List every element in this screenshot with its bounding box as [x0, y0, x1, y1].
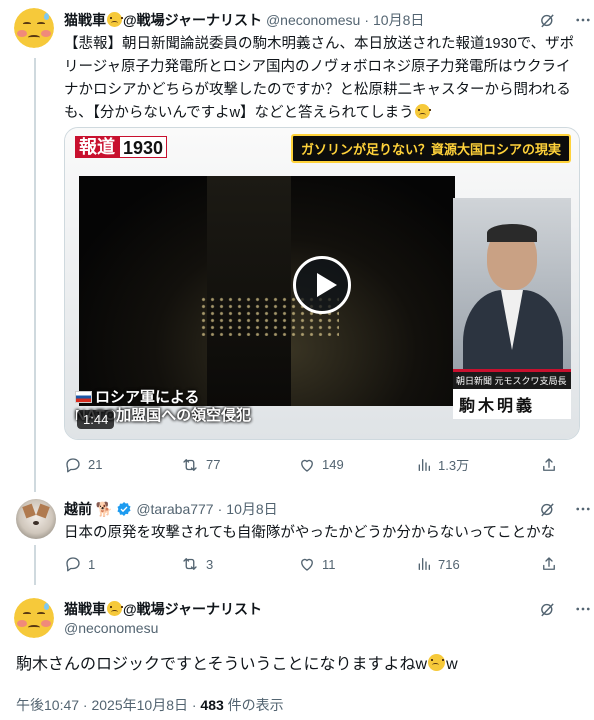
avatar[interactable]: [14, 8, 54, 48]
separator-dot: ·: [364, 12, 370, 28]
sweat-smile-emoji-icon: [414, 104, 431, 119]
views-icon: [418, 558, 430, 570]
sweat-smile-emoji-icon: [107, 601, 123, 616]
nameplate-affiliation: 朝日新聞 元モスクワ支局長: [453, 372, 571, 389]
more-icon[interactable]: [574, 600, 592, 618]
user-handle-row: @neconomesu: [60, 620, 158, 636]
commentator-nameplate: 朝日新聞 元モスクワ支局長 駒木明義: [453, 369, 571, 419]
post-text-tail: w: [446, 656, 458, 673]
repost-button[interactable]: 3: [180, 555, 298, 573]
post-text-body: 駒木さんのロジックですとそういうことになりますよねw: [16, 656, 428, 673]
display-name[interactable]: 猫戦車 @戦場ジャーナリスト: [64, 599, 262, 619]
display-name-text: 猫戦車: [64, 12, 106, 28]
program-logo-number: 1930: [119, 136, 168, 158]
reply-count: 21: [88, 457, 103, 472]
reply-count: 1: [88, 556, 96, 572]
like-button[interactable]: 149: [298, 456, 416, 474]
reply-button[interactable]: 21: [64, 456, 180, 474]
sweat-smile-emoji-icon: [14, 8, 54, 48]
user-handle[interactable]: @taraba777: [136, 501, 213, 517]
post-text-body: 【悲報】朝日新聞論説委員の駒木明義さん、本日放送された報道1930で、ザポリージ…: [64, 36, 575, 121]
display-name-suffix: @戦場ジャーナリスト: [123, 601, 262, 617]
thread-connector: [34, 545, 36, 585]
repost-button[interactable]: 77: [180, 456, 298, 474]
separator-dot: ·: [217, 501, 223, 517]
reply-icon: [66, 457, 80, 472]
view-count: 1.3万: [438, 458, 470, 473]
more-icon[interactable]: [574, 500, 592, 518]
post-text: 【悲報】朝日新聞論説委員の駒木明義さん、本日放送された報道1930で、ザポリージ…: [64, 33, 580, 125]
post-date[interactable]: 10月8日: [226, 499, 277, 519]
night-footage: [79, 176, 455, 406]
like-count: 149: [322, 457, 344, 472]
like-button[interactable]: 11: [298, 555, 416, 573]
like-icon: [301, 558, 313, 571]
post-text: 駒木さんのロジックですとそういうことになりますよねw w: [16, 653, 576, 676]
more-icon[interactable]: [574, 11, 592, 29]
video-player[interactable]: 報道 1930 ガソリンが足りない？資源大国ロシアの現実 ロシア軍による NATO…: [64, 127, 580, 440]
post-header: 猫戦車 @戦場ジャーナリスト @neconomesu · 10月8日: [64, 10, 424, 30]
nameplate-name: 駒木明義: [459, 398, 536, 415]
grok-icon[interactable]: [539, 12, 556, 29]
grok-icon[interactable]: [539, 601, 556, 618]
grok-icon[interactable]: [539, 501, 556, 518]
views-button[interactable]: 1.3万: [416, 455, 540, 474]
play-button[interactable]: [293, 256, 351, 314]
caption-line-1: ロシア軍による: [95, 389, 200, 406]
post-date[interactable]: 10月8日: [373, 10, 424, 30]
share-button[interactable]: [540, 555, 558, 573]
repost-count: 3: [206, 556, 214, 572]
post-top-actions: [539, 600, 592, 618]
repost-icon: [183, 558, 197, 570]
display-name[interactable]: 越前 🐕: [64, 499, 113, 519]
like-count: 11: [322, 556, 336, 572]
post-action-bar: 21 77 149 1.3万: [64, 455, 580, 474]
user-handle[interactable]: @neconomesu: [266, 12, 360, 28]
share-button[interactable]: [540, 456, 558, 474]
views-button[interactable]: 716: [416, 556, 540, 572]
views-icon: [418, 458, 430, 471]
post-top-actions: [539, 500, 592, 518]
display-name-text: 越前: [64, 501, 92, 517]
thread-connector: [34, 58, 36, 492]
program-banner: ガソリンが足りない？資源大国ロシアの現実: [290, 134, 571, 163]
display-name[interactable]: 猫戦車 @戦場ジャーナリスト: [64, 10, 262, 30]
post-header: 猫戦車 @戦場ジャーナリスト: [64, 599, 262, 619]
post-timestamp[interactable]: 午後10:47 · 2025年10月8日 ·: [16, 697, 200, 713]
like-icon: [301, 459, 313, 472]
post-text: 日本の原発を攻撃されても自衛隊がやったかどうか分からないってことかな: [64, 525, 556, 541]
post-action-bar: 1 3 11 716: [64, 555, 580, 573]
reply-icon: [66, 557, 80, 572]
video-duration: 1:44: [77, 410, 115, 429]
repost-count: 77: [206, 457, 221, 472]
sweat-smile-emoji-icon: [14, 598, 54, 638]
view-count: 716: [438, 556, 460, 572]
user-handle[interactable]: @neconomesu: [64, 620, 158, 636]
display-name-suffix: @戦場ジャーナリスト: [123, 12, 262, 28]
sweat-smile-emoji-icon: [428, 654, 446, 671]
avatar[interactable]: [16, 499, 56, 539]
russia-flag-icon: [75, 391, 92, 403]
post-top-actions: [539, 11, 592, 29]
program-logo: 報道 1930: [75, 136, 168, 158]
share-icon: [543, 457, 555, 471]
view-label: 件の表示: [223, 697, 284, 713]
avatar[interactable]: [14, 598, 54, 638]
post-meta: 午後10:47 · 2025年10月8日 · 483 件の表示: [16, 695, 284, 715]
share-icon: [543, 557, 555, 570]
view-count: 483: [200, 697, 224, 713]
reply-button[interactable]: 1: [64, 555, 180, 573]
dog-emoji-icon: 🐕: [95, 501, 114, 517]
display-name-text: 猫戦車: [64, 601, 106, 617]
repost-icon: [183, 458, 197, 471]
sweat-smile-emoji-icon: [107, 12, 123, 27]
program-logo-red: 報道: [75, 136, 119, 158]
verified-icon: [117, 502, 131, 516]
post-header: 越前 🐕 @taraba777 · 10月8日: [64, 499, 278, 519]
